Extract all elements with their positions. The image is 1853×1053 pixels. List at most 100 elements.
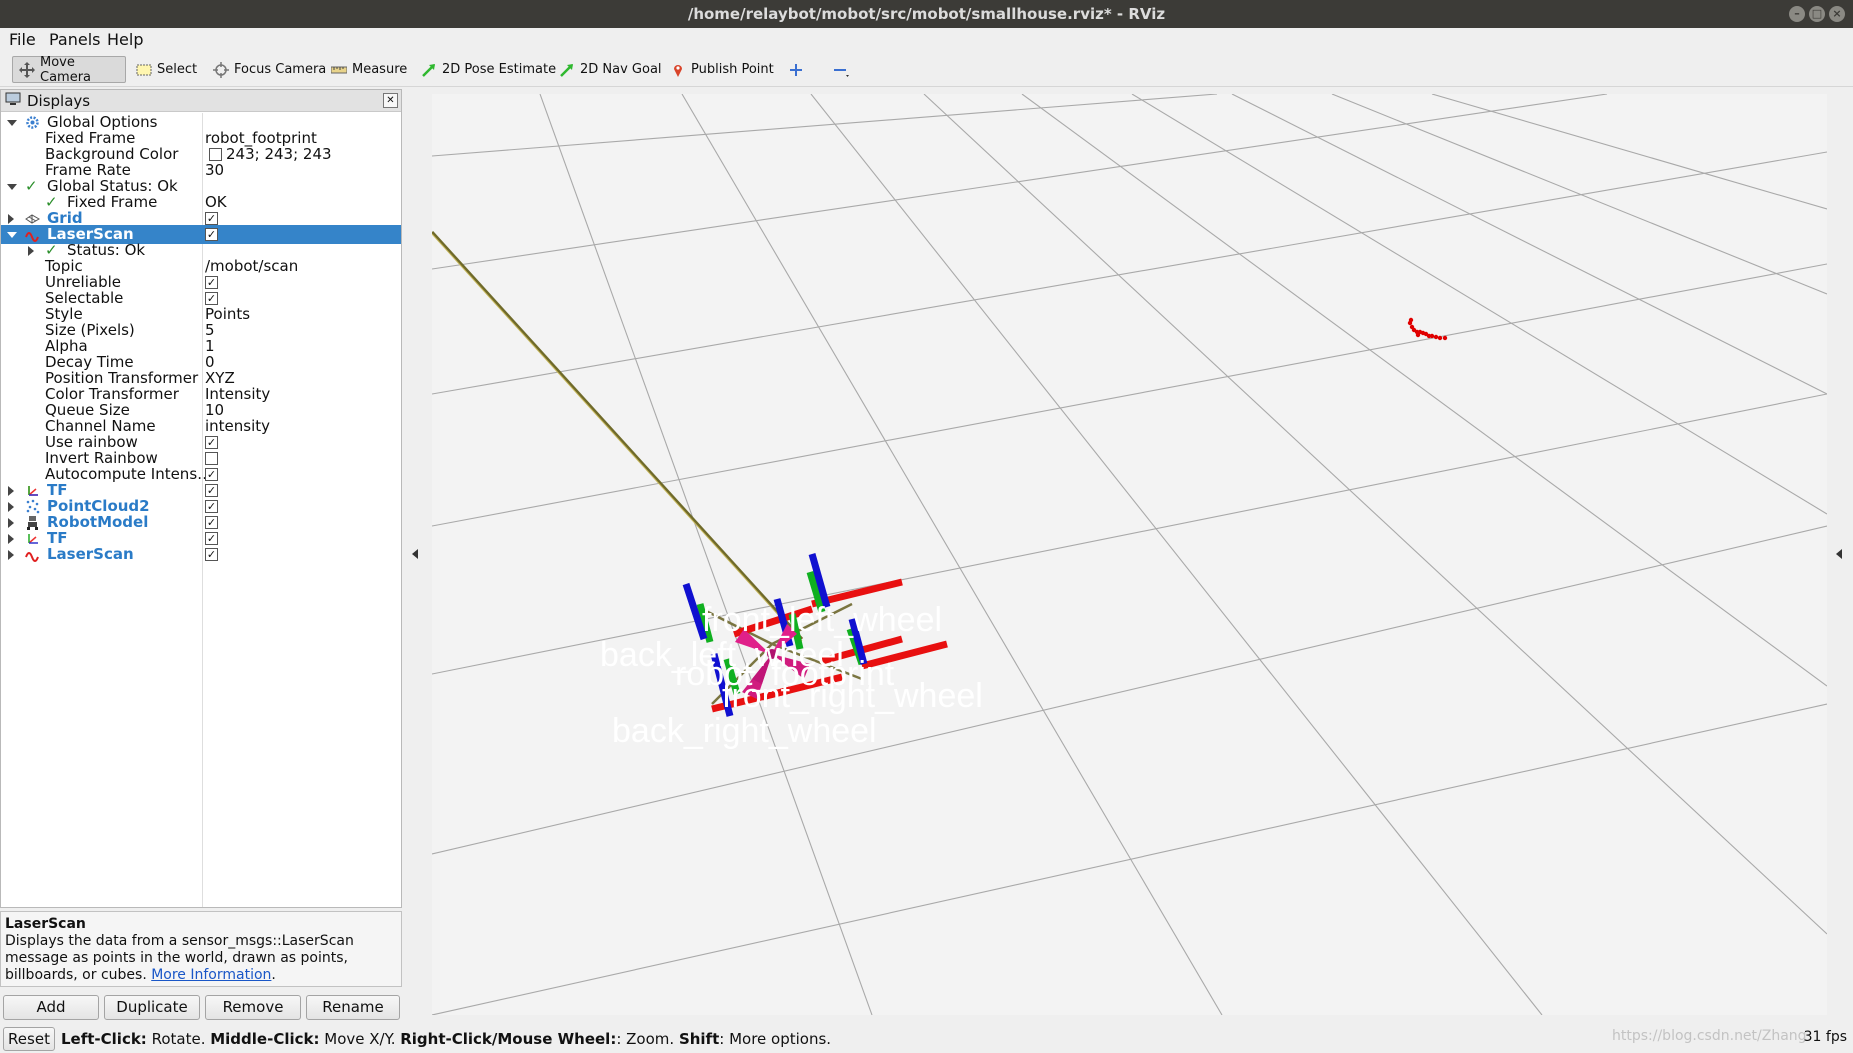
expand-icon[interactable] xyxy=(8,550,14,560)
duplicate-button[interactable]: Duplicate xyxy=(104,995,200,1020)
scene-canvas[interactable]: front_left_wheel back_left_wheel robot_f… xyxy=(432,94,1827,1015)
remove-button[interactable]: Remove xyxy=(205,995,301,1020)
more-information-link[interactable]: More Information xyxy=(151,967,271,983)
select-label: Select xyxy=(157,62,198,77)
expand-icon[interactable] xyxy=(8,534,14,544)
displays-title: Displays xyxy=(27,91,91,110)
hint-shift-text: : More options. xyxy=(719,1030,832,1048)
collapse-icon[interactable] xyxy=(7,232,17,238)
expand-icon[interactable] xyxy=(28,246,34,256)
expand-icon[interactable] xyxy=(8,518,14,528)
hint-right-click: Right-Click/Mouse Wheel: xyxy=(400,1030,617,1048)
close-window-button[interactable]: × xyxy=(1829,6,1845,22)
description-title: LaserScan xyxy=(5,916,86,932)
hint-left-click-text: Rotate. xyxy=(146,1030,211,1048)
publish-point-button[interactable]: Publish Point xyxy=(664,56,780,83)
focus-camera-label: Focus Camera xyxy=(234,62,327,77)
grid-lines xyxy=(432,94,1827,1015)
collapse-right-icon[interactable] xyxy=(1836,549,1842,559)
remove-tool-button[interactable] xyxy=(826,56,859,83)
gear-icon xyxy=(25,115,40,130)
map-pin-icon xyxy=(670,62,686,78)
focus-camera-button[interactable]: Focus Camera xyxy=(207,56,332,83)
laserscan-2-label: LaserScan xyxy=(47,545,134,563)
display-tree: Global Options Fixed Frame robot_footpri… xyxy=(1,113,401,907)
green-goal-arrow-icon xyxy=(559,62,575,78)
collapse-icon[interactable] xyxy=(7,120,17,126)
expand-icon[interactable] xyxy=(8,486,14,496)
fps-counter: 31 fps xyxy=(1803,1029,1847,1045)
close-panel-icon[interactable]: ✕ xyxy=(383,93,398,108)
window-title: /home/relaybot/mobot/src/mobot/smallhous… xyxy=(687,5,1166,23)
selectable-checkbox[interactable]: ✓ xyxy=(205,292,218,305)
toolbar: Move Camera Select Focus Camera Measure … xyxy=(0,51,1853,87)
laserscan-icon xyxy=(25,547,40,562)
focus-camera-icon xyxy=(213,61,229,78)
grid-icon xyxy=(25,211,41,226)
hint-left-click: Left-Click: xyxy=(61,1030,147,1048)
maximize-button[interactable]: □ xyxy=(1809,6,1825,22)
add-button[interactable]: Add xyxy=(3,995,99,1020)
select-icon xyxy=(136,62,152,78)
laserscan-2-checkbox[interactable]: ✓ xyxy=(205,548,218,561)
menu-help[interactable]: Help xyxy=(107,30,143,49)
pose-estimate-button[interactable]: 2D Pose Estimate xyxy=(415,56,562,83)
green-arrow-icon xyxy=(421,62,437,78)
color-swatch[interactable] xyxy=(209,148,222,161)
tree-row-laserscan-2[interactable]: LaserScan ✓ xyxy=(1,545,401,564)
displays-panel: Displays ✕ Global Options Fixed Frame ro… xyxy=(0,89,402,908)
nav-goal-button[interactable]: 2D Nav Goal xyxy=(553,56,668,83)
menu-panels[interactable]: Panels xyxy=(49,30,101,49)
move-camera-icon xyxy=(19,61,35,78)
robotmodel-checkbox[interactable]: ✓ xyxy=(205,516,218,529)
publish-point-label: Publish Point xyxy=(691,62,774,77)
tf-2-checkbox[interactable]: ✓ xyxy=(205,532,218,545)
frame-labels: front_left_wheel back_left_wheel robot_f… xyxy=(600,601,983,750)
hint-middle-click-text: Move X/Y. xyxy=(319,1030,401,1048)
description-body: Displays the data from a sensor_msgs::La… xyxy=(5,933,397,984)
reset-button[interactable]: Reset xyxy=(3,1027,55,1051)
right-splitter[interactable] xyxy=(1828,89,1853,1020)
hint-shift: Shift xyxy=(678,1030,720,1048)
ruler-icon xyxy=(330,62,348,78)
move-camera-label: Move Camera xyxy=(40,54,92,85)
monitor-icon xyxy=(5,92,21,110)
minimize-button[interactable]: – xyxy=(1789,6,1805,22)
measure-button[interactable]: Measure xyxy=(325,56,413,83)
measure-label: Measure xyxy=(352,62,408,77)
tf-checkbox[interactable]: ✓ xyxy=(205,484,218,497)
robot-icon xyxy=(25,515,40,530)
use-rainbow-checkbox[interactable]: ✓ xyxy=(205,436,218,449)
tf-icon xyxy=(25,531,40,546)
render-viewport[interactable]: front_left_wheel back_left_wheel robot_f… xyxy=(432,94,1827,1015)
title-bar: /home/relaybot/mobot/src/mobot/smallhous… xyxy=(0,0,1853,28)
tf-link-line xyxy=(432,230,804,641)
label-back-right-wheel: back_right_wheel xyxy=(612,712,877,750)
rename-button[interactable]: Rename xyxy=(306,995,400,1020)
left-splitter[interactable] xyxy=(403,89,429,1020)
menu-file[interactable]: File xyxy=(9,30,36,49)
watermark: https://blog.csdn.net/Zhang xyxy=(1612,1028,1807,1044)
grid-checkbox[interactable]: ✓ xyxy=(205,212,218,225)
invert-rainbow-checkbox[interactable] xyxy=(205,452,218,465)
tf-icon xyxy=(25,483,40,498)
move-camera-button[interactable]: Move Camera xyxy=(12,54,126,85)
pointcloud2-checkbox[interactable]: ✓ xyxy=(205,500,218,513)
laserscan-checkbox[interactable]: ✓ xyxy=(205,228,218,241)
description-end: . xyxy=(271,967,276,983)
pose-estimate-label: 2D Pose Estimate xyxy=(442,62,557,77)
displays-header: Displays ✕ xyxy=(1,90,401,112)
minus-dropdown-icon xyxy=(832,62,849,78)
collapse-icon[interactable] xyxy=(7,184,17,190)
unreliable-checkbox[interactable]: ✓ xyxy=(205,276,218,289)
nav-goal-label: 2D Nav Goal xyxy=(580,62,662,77)
laserscan-icon xyxy=(25,227,40,242)
select-button[interactable]: Select xyxy=(130,56,203,83)
add-tool-button[interactable] xyxy=(782,56,815,83)
autocompute-checkbox[interactable]: ✓ xyxy=(205,468,218,481)
collapse-left-icon[interactable] xyxy=(412,549,418,559)
expand-icon[interactable] xyxy=(8,502,14,512)
status-bar: Reset Left-Click: Rotate. Middle-Click: … xyxy=(0,1022,1853,1053)
menu-bar: File Panels Help xyxy=(0,28,1853,51)
expand-icon[interactable] xyxy=(8,214,14,224)
